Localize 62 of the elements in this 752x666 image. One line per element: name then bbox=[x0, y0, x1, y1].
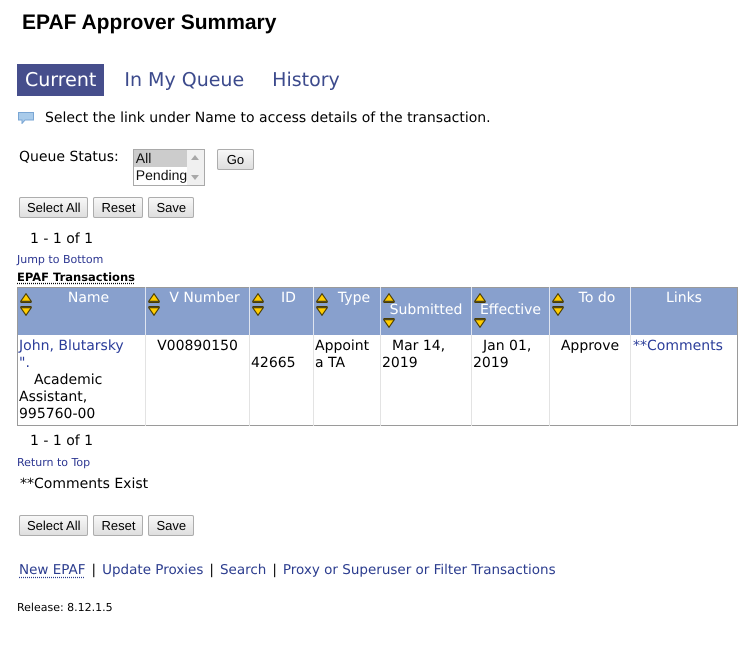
form-button[interactable]: Save bbox=[148, 514, 194, 536]
speech-bubble-icon bbox=[18, 112, 34, 124]
footer-link[interactable]: New EPAF bbox=[19, 562, 86, 578]
column-header: Effective bbox=[480, 302, 542, 318]
link-separator: | bbox=[209, 562, 214, 578]
sort-up-icon[interactable] bbox=[316, 293, 328, 303]
comments-link[interactable]: **Comments bbox=[633, 338, 723, 354]
return-link[interactable]: Return to Top bbox=[17, 456, 90, 470]
sort-down-icon[interactable] bbox=[474, 318, 486, 328]
sort-down-icon[interactable] bbox=[20, 306, 32, 316]
form-button[interactable]: Reset bbox=[93, 514, 144, 536]
sort-down-icon[interactable] bbox=[148, 306, 160, 316]
column-header: Name bbox=[68, 290, 110, 306]
listbox-option[interactable]: Pending bbox=[134, 167, 188, 184]
column-header: Type bbox=[338, 290, 370, 306]
tab[interactable]: Current bbox=[17, 64, 104, 96]
table-cell: V00890150 bbox=[146, 334, 250, 425]
footer-link[interactable]: Update Proxies bbox=[102, 562, 204, 578]
column-header: V Number bbox=[169, 290, 240, 306]
table-cell: Mar 14, 2019 bbox=[380, 334, 472, 425]
footer-link[interactable]: Search bbox=[220, 562, 266, 578]
legend-text: **Comments Exist bbox=[20, 476, 148, 492]
form-button[interactable]: Save bbox=[148, 197, 194, 218]
sort-down-icon[interactable] bbox=[383, 318, 395, 328]
table-cell: Appoint a TA bbox=[314, 334, 380, 425]
employee-name-link[interactable]: John, Blutarsky ". bbox=[19, 338, 137, 372]
sort-up-icon[interactable] bbox=[474, 293, 486, 303]
sort-down-icon[interactable] bbox=[252, 306, 264, 316]
pagination-text: 1 - 1 of 1 bbox=[30, 432, 94, 448]
field-label: Queue Status: bbox=[19, 149, 119, 166]
column-header: Submitted bbox=[390, 302, 462, 318]
sort-up-icon[interactable] bbox=[148, 293, 160, 303]
table-cell: 42665 bbox=[250, 334, 314, 425]
link-separator: | bbox=[272, 562, 277, 578]
column-header: Links bbox=[666, 290, 702, 306]
tab[interactable]: In My Queue bbox=[116, 64, 252, 96]
table-cell: Jan 01, 2019 bbox=[472, 334, 550, 425]
column-header: ID bbox=[281, 290, 296, 306]
form-button[interactable]: Reset bbox=[93, 197, 144, 218]
sort-up-icon[interactable] bbox=[20, 293, 32, 303]
page-title: EPAF Approver Summary bbox=[22, 11, 276, 35]
footer-link[interactable]: Proxy or Superuser or Filter Transactions bbox=[282, 562, 556, 578]
queue-status-listbox[interactable]: All Pending bbox=[132, 149, 205, 186]
pagination-text: 1 - 1 of 1 bbox=[30, 231, 94, 247]
form-button[interactable]: Select All bbox=[19, 197, 88, 218]
release-text: Release: 8.12.1.5 bbox=[17, 600, 113, 614]
table-caption: EPAF Transactions bbox=[17, 270, 135, 285]
form-button[interactable]: Select All bbox=[19, 514, 88, 536]
sort-down-icon[interactable] bbox=[316, 306, 328, 316]
sort-up-icon[interactable] bbox=[252, 293, 264, 303]
listbox-option[interactable]: All bbox=[134, 150, 188, 167]
sort-up-icon[interactable] bbox=[383, 293, 395, 303]
go-button[interactable]: Go bbox=[216, 149, 254, 170]
sort-up-icon[interactable] bbox=[552, 293, 564, 303]
info-text: Select the link under Name to access details of the transaction. bbox=[45, 110, 491, 126]
jump-link[interactable]: Jump to Bottom bbox=[17, 253, 104, 267]
table-cell: Approve bbox=[550, 334, 630, 425]
position-text: Academic Assistant, 995760-00 bbox=[19, 372, 104, 422]
sort-down-icon[interactable] bbox=[552, 306, 564, 316]
column-header: To do bbox=[578, 290, 616, 306]
link-separator: | bbox=[92, 562, 96, 578]
tab[interactable]: History bbox=[264, 64, 348, 96]
